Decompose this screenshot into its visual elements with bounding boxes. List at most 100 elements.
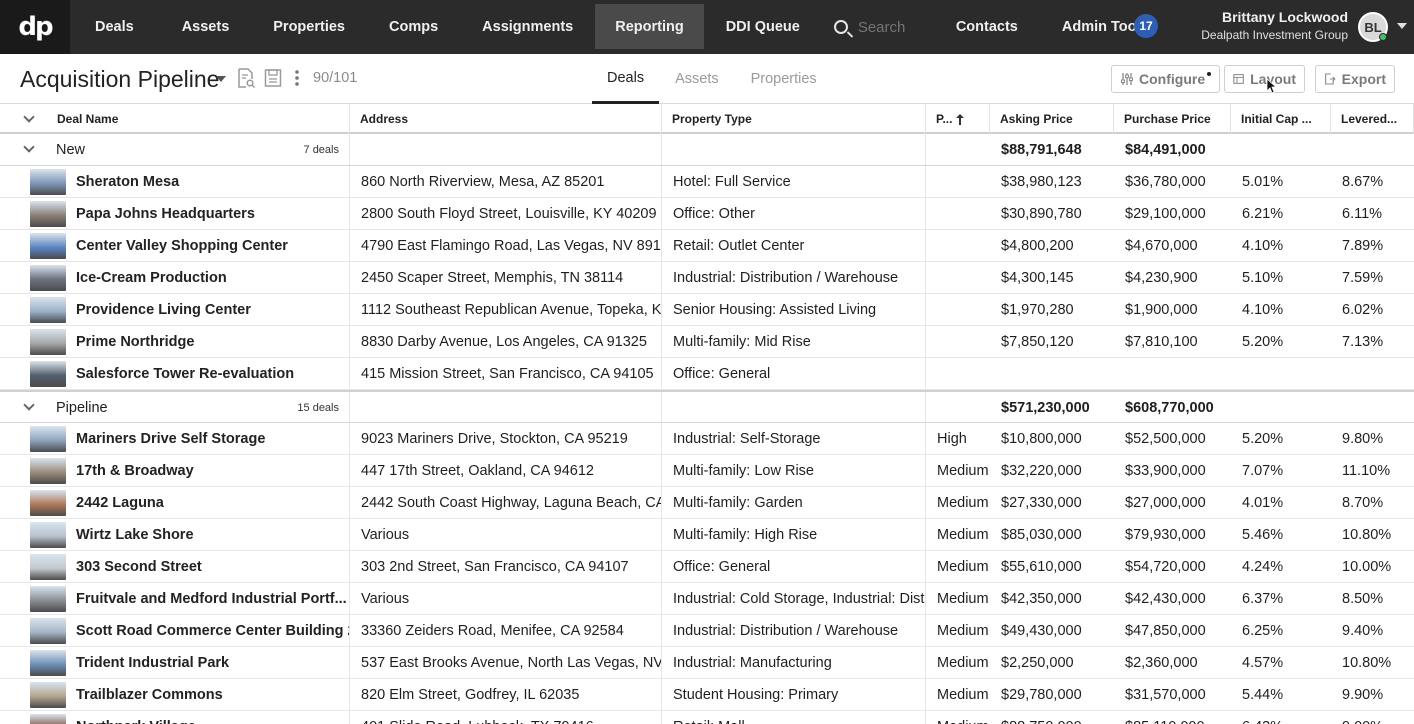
document-search-icon[interactable] [237, 68, 255, 88]
deal-name-cell[interactable]: Scott Road Commerce Center Building 2 [0, 615, 350, 646]
export-button[interactable]: Export [1315, 65, 1395, 93]
nav-comps[interactable]: Comps [367, 0, 460, 54]
nav-search[interactable] [822, 0, 934, 54]
nav-reporting[interactable]: Reporting [595, 4, 704, 49]
deal-name-cell[interactable]: Trailblazer Commons [0, 679, 350, 710]
search-input[interactable] [857, 18, 908, 36]
table-row[interactable]: Sheraton Mesa 860 North Riverview, Mesa, … [0, 166, 1414, 198]
deal-name[interactable]: Mariners Drive Self Storage [76, 431, 265, 447]
nav-contacts[interactable]: Contacts [934, 0, 1040, 54]
deal-name[interactable]: Fruitvale and Medford Industrial Portf..… [76, 591, 347, 607]
dealpath-logo[interactable]: dp [0, 0, 70, 54]
configure-button[interactable]: Configure [1111, 65, 1221, 93]
table-row[interactable]: Prime Northridge 8830 Darby Avenue, Los A… [0, 326, 1414, 358]
user-info[interactable]: Brittany Lockwood Dealpath Investment Gr… [1201, 9, 1348, 42]
deal-name-cell[interactable]: Sheraton Mesa [0, 166, 350, 197]
collapse-all-chevron-icon[interactable] [23, 110, 35, 123]
deal-name[interactable]: Ice-Cream Production [76, 270, 227, 286]
col-purchase-price[interactable]: Purchase Price [1114, 104, 1231, 134]
table-row[interactable]: 303 Second Street 303 2nd Street, San Fra… [0, 551, 1414, 583]
table-row[interactable]: Salesforce Tower Re-evaluation 415 Missio… [0, 358, 1414, 390]
title-dropdown-icon[interactable] [216, 76, 226, 82]
col-priority[interactable]: P... [926, 104, 990, 134]
table-row[interactable]: Papa Johns Headquarters 2800 South Floyd … [0, 198, 1414, 230]
deal-name[interactable]: 17th & Broadway [76, 463, 194, 479]
table-row[interactable]: Center Valley Shopping Center 4790 East F… [0, 230, 1414, 262]
col-deal-name[interactable]: Deal Name [0, 104, 350, 134]
group-name: Pipeline [56, 399, 108, 416]
deal-name[interactable]: Wirtz Lake Shore [76, 527, 194, 543]
deal-name[interactable]: Sheraton Mesa [76, 174, 179, 190]
table-row[interactable]: Trident Industrial Park 537 East Brooks A… [0, 647, 1414, 679]
deal-name[interactable]: Prime Northridge [76, 334, 194, 350]
tab-assets[interactable]: Assets [659, 54, 733, 104]
group-name-cell[interactable]: New 7 deals [0, 134, 350, 165]
sort-asc-icon[interactable] [956, 113, 965, 125]
deal-address: 401 Slide Road, Lubbock, TX 79416 [350, 711, 662, 724]
deal-asking-price: $7,850,120 [1001, 333, 1074, 350]
deal-name-cell[interactable]: Salesforce Tower Re-evaluation [0, 358, 350, 389]
table-row[interactable]: Wirtz Lake Shore Various Multi-family: Hig… [0, 519, 1414, 551]
table-row[interactable]: Ice-Cream Production 2450 Scaper Street, … [0, 262, 1414, 294]
deal-name-cell[interactable]: Center Valley Shopping Center [0, 230, 350, 261]
group-row-pipeline[interactable]: Pipeline 15 deals $571,230,000 $608,770,000 [0, 390, 1414, 423]
tab-deals[interactable]: Deals [592, 54, 660, 104]
deal-name-cell[interactable]: Prime Northridge [0, 326, 350, 357]
deal-name-cell[interactable]: 303 Second Street [0, 551, 350, 582]
layout-icon [1233, 74, 1244, 84]
deal-name-cell[interactable]: 2442 Laguna [0, 487, 350, 518]
table-row[interactable]: 2442 Laguna 2442 South Coast Highway, Lag… [0, 487, 1414, 519]
nav-deals[interactable]: Deals [70, 0, 160, 54]
deal-name[interactable]: Providence Living Center [76, 302, 251, 318]
group-row-new[interactable]: New 7 deals $88,791,648 $84,491,000 [0, 134, 1414, 166]
col-property-type[interactable]: Property Type [662, 104, 926, 134]
more-options-icon[interactable] [292, 68, 302, 88]
deal-name[interactable]: Scott Road Commerce Center Building 2 [76, 623, 349, 639]
nav-assignments[interactable]: Assignments [460, 0, 595, 54]
table-body: New 7 deals $88,791,648 $84,491,000 Sheraton… [0, 134, 1414, 724]
group-collapse-chevron-icon[interactable] [23, 140, 35, 153]
deal-name[interactable]: Trailblazer Commons [76, 687, 223, 703]
deal-property-type: Industrial: Manufacturing [662, 647, 926, 678]
deal-name-cell[interactable]: Mariners Drive Self Storage [0, 423, 350, 454]
deal-name[interactable]: 303 Second Street [76, 559, 202, 575]
deal-name-cell[interactable]: Trident Industrial Park [0, 647, 350, 678]
table-row[interactable]: Trailblazer Commons 820 Elm Street, Godfr… [0, 679, 1414, 711]
deal-name[interactable]: Trident Industrial Park [76, 655, 229, 671]
group-collapse-chevron-icon[interactable] [23, 398, 35, 411]
deal-name[interactable]: Papa Johns Headquarters [76, 206, 255, 222]
deal-initial-cap: 5.01% [1242, 173, 1284, 190]
nav-properties[interactable]: Properties [251, 0, 367, 54]
nav-assets[interactable]: Assets [160, 0, 252, 54]
col-levered[interactable]: Levered... [1331, 104, 1414, 134]
tab-properties[interactable]: Properties [733, 54, 832, 104]
deal-name-cell[interactable]: Fruitvale and Medford Industrial Portf..… [0, 583, 350, 614]
group-name-cell[interactable]: Pipeline 15 deals [0, 392, 350, 423]
table-row[interactable]: Northpark Village 401 Slide Road, Lubbock… [0, 711, 1414, 724]
deal-name-cell[interactable]: Wirtz Lake Shore [0, 519, 350, 550]
table-row[interactable]: Providence Living Center 1112 Southeast R… [0, 294, 1414, 326]
table-row[interactable]: 17th & Broadway 447 17th Street, Oakland,… [0, 455, 1414, 487]
deal-name[interactable]: Center Valley Shopping Center [76, 238, 288, 254]
deal-name[interactable]: Salesforce Tower Re-evaluation [76, 366, 294, 382]
nav-ddi-queue[interactable]: DDI Queue [704, 0, 822, 54]
table-row[interactable]: Scott Road Commerce Center Building 2 333… [0, 615, 1414, 647]
save-view-icon[interactable] [264, 68, 282, 88]
deal-name-cell[interactable]: Papa Johns Headquarters [0, 198, 350, 229]
col-asking-price[interactable]: Asking Price [990, 104, 1114, 134]
user-menu-chevron-icon[interactable] [1397, 23, 1407, 29]
deal-name[interactable]: Northpark Village [76, 719, 196, 724]
col-initial-cap[interactable]: Initial Cap ... [1231, 104, 1331, 134]
notification-badge[interactable]: 17 [1134, 14, 1158, 38]
deal-name-cell[interactable]: 17th & Broadway [0, 455, 350, 486]
deal-name-cell[interactable]: Ice-Cream Production [0, 262, 350, 293]
table-row[interactable]: Fruitvale and Medford Industrial Portf..… [0, 583, 1414, 615]
deal-name-cell[interactable]: Providence Living Center [0, 294, 350, 325]
col-address[interactable]: Address [350, 104, 662, 134]
deal-name[interactable]: 2442 Laguna [76, 495, 164, 511]
deal-name-cell[interactable]: Northpark Village [0, 711, 350, 724]
avatar[interactable]: BL [1358, 12, 1388, 42]
deal-thumbnail [30, 264, 66, 291]
layout-button[interactable]: Layout [1224, 65, 1305, 93]
table-row[interactable]: Mariners Drive Self Storage 9023 Mariners… [0, 423, 1414, 455]
